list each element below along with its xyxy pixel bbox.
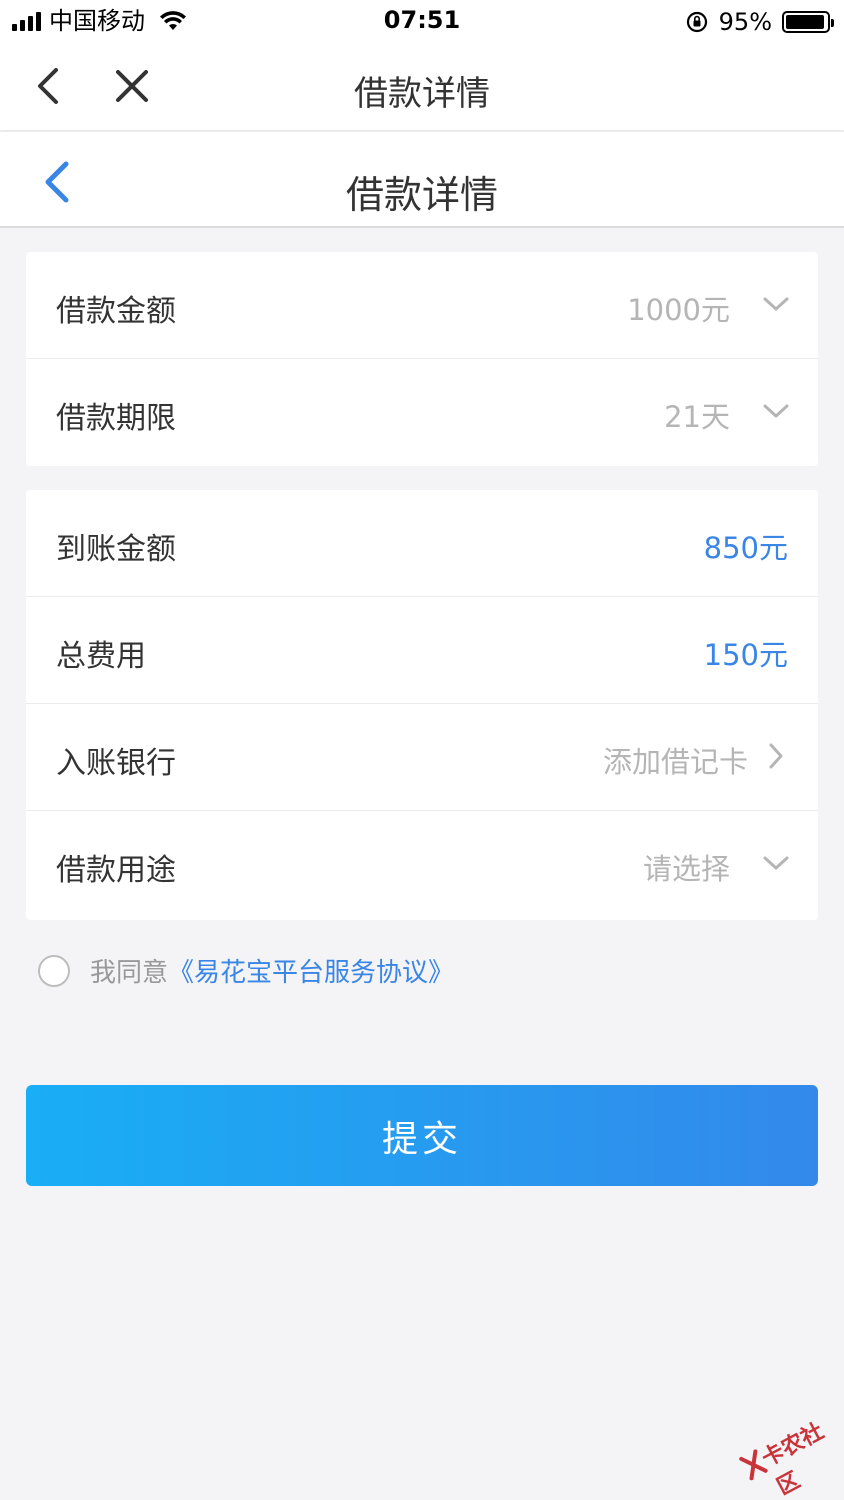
total-fee-row: 总费用 150元 — [26, 597, 818, 704]
total-fee-value: 150元 — [703, 638, 788, 672]
battery-percent: 95% — [718, 8, 772, 36]
loan-settings-card: 借款金额 1000元 借款期限 21天 — [26, 252, 818, 466]
status-bar: 中国移动 07:51 95% — [0, 0, 844, 44]
total-fee-label: 总费用 — [56, 639, 146, 674]
bank-row[interactable]: 入账银行 添加借记卡 — [26, 704, 818, 811]
loan-term-row[interactable]: 借款期限 21天 — [26, 359, 818, 466]
watermark-logo: 卡农社区 — [727, 1390, 844, 1500]
agreement-prefix: 我同意 — [90, 958, 169, 988]
agreement-link[interactable]: 《易花宝平台服务协议》 — [168, 952, 454, 989]
page-title: 借款详情 — [354, 74, 490, 114]
bank-label: 入账银行 — [56, 746, 176, 781]
chevron-right-icon — [769, 743, 783, 769]
chevron-down-icon — [763, 297, 789, 311]
orientation-lock-icon — [686, 11, 707, 33]
agreement-row: 我同意 《易花宝平台服务协议》 — [38, 952, 454, 989]
chevron-down-icon — [763, 404, 789, 418]
received-amount-value: 850元 — [703, 531, 788, 565]
loan-purpose-label: 借款用途 — [56, 853, 176, 888]
battery-fill — [786, 15, 824, 29]
loan-detail-card: 到账金额 850元 总费用 150元 入账银行 添加借记卡 借款用途 请选择 — [26, 490, 818, 920]
top-nav: 借款详情 — [0, 44, 844, 130]
loan-purpose-value: 请选择 — [642, 852, 730, 886]
received-amount-row: 到账金额 850元 — [26, 490, 818, 597]
chevron-down-icon — [763, 856, 789, 870]
received-amount-label: 到账金额 — [56, 532, 176, 567]
loan-term-value: 21天 — [664, 400, 730, 434]
loan-amount-label: 借款金额 — [56, 294, 176, 329]
battery-icon — [782, 11, 834, 33]
inner-title: 借款详情 — [345, 173, 498, 217]
submit-button[interactable]: 提交 — [26, 1085, 818, 1186]
inner-header: 借款详情 — [0, 132, 844, 228]
agreement-radio[interactable] — [38, 954, 70, 987]
bank-value: 添加借记卡 — [602, 745, 748, 779]
status-right: 95% — [685, 8, 834, 36]
loan-amount-value: 1000元 — [627, 293, 730, 327]
watermark-text: 卡农社区 — [758, 1418, 829, 1500]
loan-term-label: 借款期限 — [56, 401, 176, 436]
loan-purpose-row[interactable]: 借款用途 请选择 — [26, 811, 818, 918]
loan-amount-row[interactable]: 借款金额 1000元 — [26, 252, 818, 359]
